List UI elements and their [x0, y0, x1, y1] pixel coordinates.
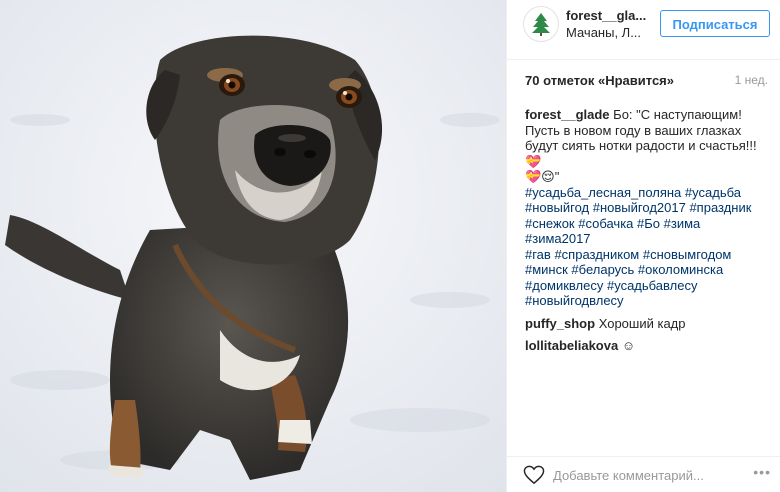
hashtag-link[interactable]: #сновымгодом	[643, 247, 731, 262]
header-location[interactable]: Мачаны, Л...	[566, 25, 641, 40]
hashtag-line: #усадьба_лесная_поляна #усадьба	[525, 185, 769, 201]
hashtag-link[interactable]: #усадьба_лесная_поляна	[525, 185, 681, 200]
comments-list: forest__glade Бо: "С наступающим! Пусть …	[525, 107, 769, 354]
heart-icon[interactable]	[523, 465, 545, 485]
header-username[interactable]: forest__gla...	[566, 8, 646, 23]
hashtag-link[interactable]: #собачка	[578, 216, 633, 231]
hashtag-link[interactable]: #усадьба	[685, 185, 741, 200]
post-header: forest__gla... Мачаны, Л... Подписаться	[507, 0, 780, 60]
hashtag-link[interactable]: #усадьбавлесу	[607, 278, 697, 293]
follow-button[interactable]: Подписаться	[660, 10, 770, 37]
hashtag-link[interactable]: #беларусь	[571, 262, 634, 277]
post-time[interactable]: 1 нед.	[735, 73, 768, 87]
caption-text-line: Бо: "С наступающим!	[613, 107, 742, 122]
comment-text: Хороший кадр	[598, 315, 686, 331]
hashtag-link[interactable]: #снежок	[525, 216, 575, 231]
hashtag-link[interactable]: #домиквлесу	[525, 278, 603, 293]
avatar[interactable]	[523, 6, 559, 42]
dog-photo	[0, 0, 506, 492]
hashtag-link[interactable]: #новыйгод2017	[593, 200, 686, 215]
post-photo[interactable]	[0, 0, 506, 492]
hashtag-line: #новыйгодвлесу	[525, 293, 769, 309]
comment-bar: •••	[507, 456, 780, 492]
hashtag-link[interactable]: #Бо	[637, 216, 660, 231]
caption-author[interactable]: forest__glade	[525, 107, 610, 122]
hashtag-link[interactable]: #зима	[664, 216, 701, 231]
comment-item: lollitabeliakova ☺	[525, 338, 769, 354]
hashtag-link[interactable]: #праздник	[689, 200, 751, 215]
hashtag-line: #новыйгод #новыйгод2017 #праздник	[525, 200, 769, 216]
tree-logo-icon	[525, 8, 557, 40]
hashtag-line: #минск #беларусь #околоминска	[525, 262, 769, 278]
hashtag-link[interactable]: #новыйгод	[525, 200, 589, 215]
hashtag-link[interactable]: #околоминска	[638, 262, 723, 277]
hashtag-link[interactable]: #новыйгодвлесу	[525, 293, 624, 308]
hashtag-link[interactable]: #минск	[525, 262, 568, 277]
hashtag-line: #снежок #собачка #Бо #зима #зима2017	[525, 216, 769, 247]
comment-text: ☺	[621, 338, 636, 353]
hashtag-link[interactable]: #гав	[525, 247, 551, 262]
caption-text-line: 💝😌"	[525, 169, 560, 184]
comment-author[interactable]: puffy_shop	[525, 316, 595, 331]
caption-text-line: будут сиять нотки радости и счастья!!!💝	[525, 138, 757, 169]
hashtag-link[interactable]: #спраздником	[554, 247, 639, 262]
hashtag-link[interactable]: #зима2017	[525, 231, 591, 246]
hashtag-line: #гав #спраздником #сновымгодом	[525, 247, 769, 263]
comment-author[interactable]: lollitabeliakova	[525, 338, 618, 353]
likes-count[interactable]: 70 отметок «Нравится»	[525, 73, 674, 88]
comment-item: puffy_shop Хороший кадр	[525, 316, 769, 332]
more-options-icon[interactable]: •••	[753, 464, 771, 480]
post-sidebar: forest__gla... Мачаны, Л... Подписаться …	[506, 0, 780, 492]
caption: forest__glade Бо: "С наступающим! Пусть …	[525, 107, 769, 309]
hashtag-line: #домиквлесу #усадьбавлесу	[525, 278, 769, 294]
add-comment-input[interactable]	[553, 466, 763, 484]
caption-text-line: Пусть в новом году в ваших глазках	[525, 122, 742, 138]
